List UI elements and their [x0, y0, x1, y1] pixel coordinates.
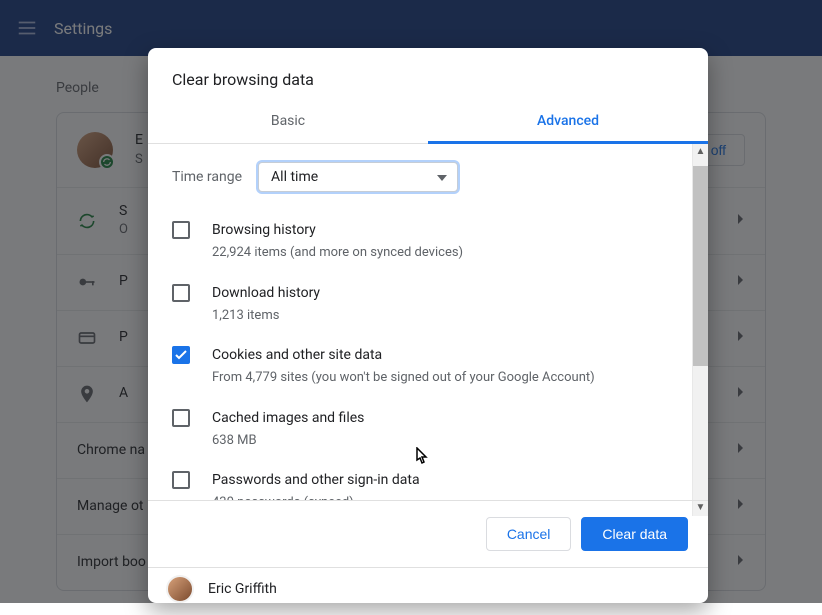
- account-avatar: [166, 575, 194, 603]
- option-download-history[interactable]: Download history 1,213 items: [172, 273, 668, 336]
- caret-down-icon: [437, 169, 447, 185]
- dialog-tabs: Basic Advanced: [148, 101, 708, 144]
- option-cached[interactable]: Cached images and files 638 MB: [172, 398, 668, 461]
- option-cookies[interactable]: Cookies and other site data From 4,779 s…: [172, 335, 668, 398]
- clear-browsing-data-dialog: Clear browsing data Basic Advanced Time …: [148, 48, 708, 603]
- clear-data-button[interactable]: Clear data: [581, 517, 688, 551]
- scrollbar[interactable]: ▲: [692, 144, 708, 500]
- tab-basic[interactable]: Basic: [148, 101, 428, 143]
- checkbox[interactable]: [172, 409, 190, 427]
- scrollbar-thumb[interactable]: [693, 166, 708, 366]
- checkbox[interactable]: [172, 221, 190, 239]
- scroll-up-icon[interactable]: ▲: [693, 144, 708, 160]
- dialog-footer: Cancel Clear data: [148, 500, 708, 567]
- time-range-select[interactable]: All time: [258, 162, 458, 192]
- checkbox[interactable]: [172, 346, 190, 364]
- checkbox[interactable]: [172, 471, 190, 489]
- option-browsing-history[interactable]: Browsing history 22,924 items (and more …: [172, 210, 668, 273]
- time-range-label: Time range: [172, 169, 242, 185]
- checkbox[interactable]: [172, 284, 190, 302]
- dialog-scroll-area: Time range All time Browsing history 22,…: [148, 144, 692, 500]
- cancel-button[interactable]: Cancel: [486, 517, 572, 551]
- dialog-title: Clear browsing data: [148, 48, 708, 101]
- account-name: Eric Griffith: [208, 581, 277, 597]
- option-passwords[interactable]: Passwords and other sign-in data 430 pas…: [172, 460, 668, 500]
- tab-advanced[interactable]: Advanced: [428, 101, 708, 144]
- account-footer: Eric Griffith: [148, 567, 708, 603]
- time-range-value: All time: [271, 169, 318, 185]
